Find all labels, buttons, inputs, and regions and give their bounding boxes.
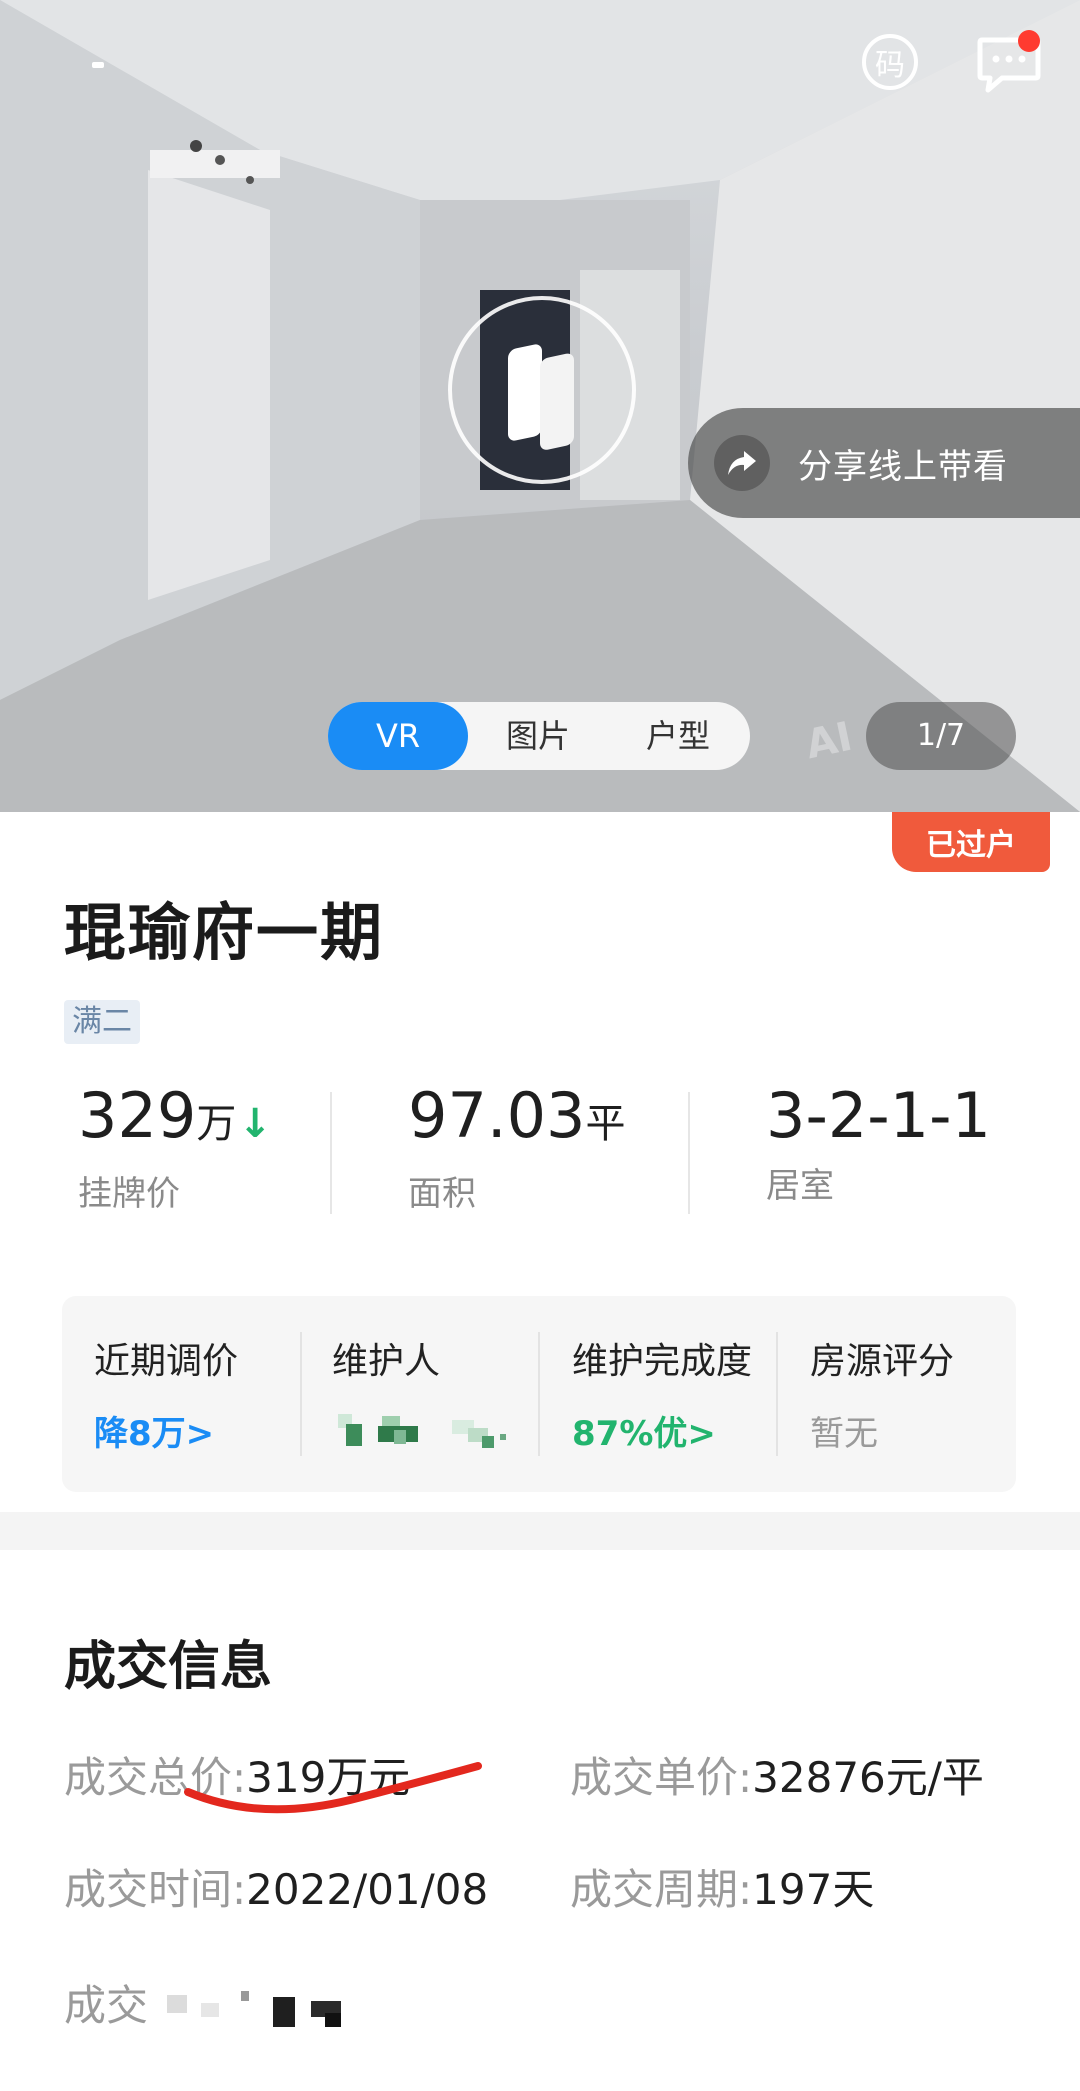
stat-unit: 万 <box>196 1101 237 1147</box>
value: 32876元/平 <box>752 1753 984 1802</box>
media-tabs: VR 图片 户型 <box>328 702 750 770</box>
back-icon[interactable] <box>92 62 104 68</box>
label: 成交周期: <box>570 1865 753 1914</box>
unread-dot <box>1018 30 1040 52</box>
deal-period: 成交周期:197天 <box>570 1856 874 1917</box>
cell-title: 房源评分 <box>810 1341 955 1382</box>
watermark: AI <box>801 713 857 769</box>
value: 2022/01/08 <box>246 1865 489 1914</box>
red-underline-annotation <box>184 1762 482 1814</box>
maintainer-name-blurred[interactable] <box>332 1406 544 1452</box>
vr-cube-icon <box>508 344 574 450</box>
page-title: 琨瑜府一期 <box>64 896 385 969</box>
divider <box>776 1332 778 1456</box>
section-title-deal-info: 成交信息 <box>64 1637 273 1697</box>
status-badge: 已过户 <box>892 812 1050 872</box>
stat-rooms: 3-2-1-1 居室 <box>766 1080 991 1207</box>
value: 197天 <box>752 1865 875 1914</box>
tag-badge: 满二 <box>64 1000 140 1044</box>
divider <box>688 1092 690 1214</box>
stat-label: 居室 <box>766 1166 834 1206</box>
blurred-name <box>338 1414 506 1448</box>
qr-code-button[interactable]: 码 <box>862 34 918 90</box>
qr-code-icon: 码 <box>875 48 905 83</box>
recent-price-change[interactable]: 近期调价 降8万> <box>94 1332 238 1455</box>
deal-date: 成交时间:2022/01/08 <box>64 1856 488 1917</box>
cell-title: 维护完成度 <box>572 1341 753 1382</box>
cell-title: 维护人 <box>332 1341 441 1382</box>
blurred-value <box>167 1990 342 2027</box>
label: 成交单价: <box>570 1753 753 1802</box>
tab-vr[interactable]: VR <box>328 702 468 770</box>
divider <box>538 1332 540 1456</box>
stat-listing-price: 329万↓ 挂牌价 <box>78 1080 272 1215</box>
share-arrow-icon <box>714 435 770 491</box>
tab-floorplan[interactable]: 户型 <box>608 702 748 770</box>
tab-photos[interactable]: 图片 <box>468 702 608 770</box>
completion-link[interactable]: 87%优> <box>572 1406 752 1455</box>
stat-area: 97.03平 面积 <box>408 1080 626 1215</box>
info-card: 近期调价 降8万> 维护人 维护完成度 87%优> 房源评分 暂无 <box>62 1296 1016 1492</box>
stat-value: 3-2-1-1 <box>766 1079 991 1152</box>
score-value: 暂无 <box>810 1414 878 1454</box>
stat-value: 97.03 <box>408 1079 586 1152</box>
cell-title: 近期调价 <box>94 1341 239 1382</box>
stat-unit: 平 <box>585 1101 626 1147</box>
listing-score: 房源评分 暂无 <box>810 1332 954 1455</box>
maintainer[interactable]: 维护人 <box>332 1332 544 1452</box>
deal-unit-price: 成交单价:32876元/平 <box>570 1744 984 1805</box>
price-down-icon: ↓ <box>238 1101 272 1147</box>
image-counter: 1/7 <box>866 702 1016 770</box>
deal-partial-row: 成交 <box>64 1972 351 2033</box>
vr-play-button[interactable] <box>448 296 636 484</box>
divider <box>330 1092 332 1214</box>
label: 成交 <box>64 1981 149 2030</box>
share-online-viewing-button[interactable]: 分享线上带看 <box>688 408 1080 518</box>
share-label: 分享线上带看 <box>798 446 1008 487</box>
stat-label: 挂牌价 <box>78 1174 180 1214</box>
divider <box>300 1332 302 1456</box>
label: 成交时间: <box>64 1865 247 1914</box>
page: 码 分享线上带看 VR 图片 户型 AI 1/7 已过户 琨瑜府一期 满二 32… <box>0 0 1080 2091</box>
vr-hero[interactable]: 码 分享线上带看 VR 图片 户型 AI 1/7 <box>0 0 1080 812</box>
price-change-link[interactable]: 降8万> <box>94 1406 238 1455</box>
stat-value: 329 <box>78 1079 197 1152</box>
maintenance-completion[interactable]: 维护完成度 87%优> <box>572 1332 752 1455</box>
stat-label: 面积 <box>408 1174 476 1214</box>
section-separator <box>0 1512 1080 1550</box>
